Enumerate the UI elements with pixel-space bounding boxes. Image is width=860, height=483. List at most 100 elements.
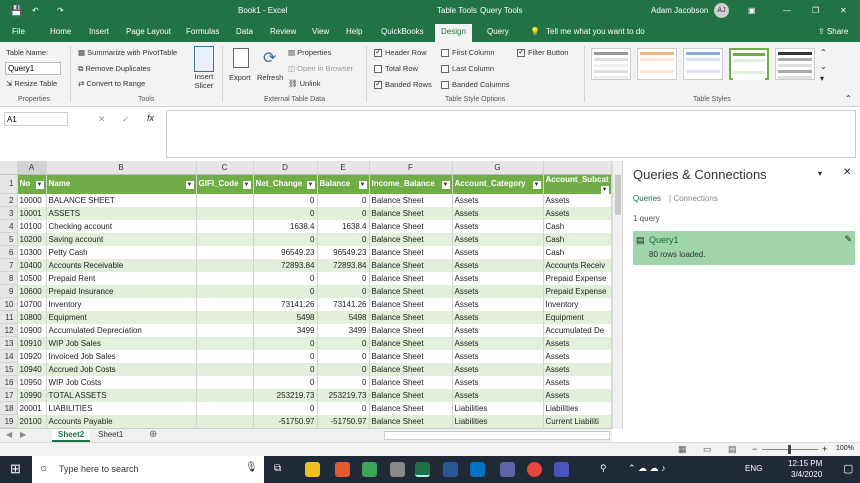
cell[interactable]: Liabilities (543, 401, 612, 415)
cell[interactable] (196, 206, 254, 220)
cell[interactable]: 1638.4 (317, 219, 370, 233)
row-header[interactable]: 8 (0, 271, 18, 285)
col-header-c[interactable]: C (196, 161, 254, 175)
cell[interactable]: 10000 (17, 193, 47, 207)
cell[interactable]: Balance Sheet (369, 258, 453, 272)
cell[interactable]: Assets (452, 349, 544, 363)
total-row-checkbox[interactable]: Total Row (374, 64, 418, 74)
filter-dropdown-icon[interactable]: ▼ (185, 181, 194, 189)
cell[interactable]: Assets (452, 206, 544, 220)
cell[interactable]: Balance Sheet (369, 336, 453, 350)
cell[interactable]: 0 (253, 271, 318, 285)
refresh-button[interactable]: Refresh (257, 73, 283, 82)
clock-date[interactable]: 3/4/2020 (791, 470, 822, 479)
cell[interactable]: Balance Sheet (369, 232, 453, 246)
page-break-icon[interactable]: ▤ (728, 444, 737, 455)
vertical-scrollbar[interactable] (612, 161, 622, 429)
cell[interactable] (196, 323, 254, 337)
cell[interactable]: Liabilities (452, 401, 544, 415)
cell[interactable]: Balance Sheet (369, 388, 453, 402)
tab-queries[interactable]: Queries (633, 194, 661, 203)
cell[interactable]: Assets (452, 271, 544, 285)
row-header[interactable]: 3 (0, 206, 18, 220)
cell[interactable]: Cash (543, 245, 612, 259)
cell[interactable]: Assets (543, 362, 612, 376)
cell[interactable]: Assets (452, 297, 544, 311)
zoom-out-icon[interactable]: − (752, 444, 757, 454)
cell[interactable]: 10700 (17, 297, 47, 311)
cell[interactable]: Balance Sheet (369, 362, 453, 376)
cell[interactable]: Prepaid Expense (543, 284, 612, 298)
cell[interactable]: Inventory (46, 297, 197, 311)
col-header-g[interactable]: G (452, 161, 544, 175)
cell[interactable] (196, 362, 254, 376)
cell[interactable]: Balance Sheet (369, 193, 453, 207)
save-icon[interactable]: 💾 (10, 6, 22, 17)
select-all-corner[interactable] (0, 161, 18, 175)
cell[interactable]: Assets (452, 375, 544, 389)
row-header[interactable]: 16 (0, 375, 18, 389)
clock-time[interactable]: 12:15 PM (788, 459, 822, 468)
tab-view[interactable]: View (312, 27, 329, 36)
cell[interactable]: -51750.97 (317, 414, 370, 428)
tray-icons[interactable]: ⌃ ☁ ☁ ♪ (628, 463, 666, 474)
cell[interactable]: Assets (543, 336, 612, 350)
cell[interactable]: 253219.73 (253, 388, 318, 402)
row-header[interactable]: 5 (0, 232, 18, 246)
cell[interactable]: Balance Sheet (369, 310, 453, 324)
cell[interactable] (196, 284, 254, 298)
tell-me-box[interactable]: Tell me what you want to do (546, 27, 645, 36)
cell[interactable]: Assets (452, 336, 544, 350)
cell[interactable]: Assets (543, 388, 612, 402)
cell[interactable]: Inventory (543, 297, 612, 311)
table-style-2[interactable] (637, 48, 677, 80)
cell[interactable]: Assets (452, 193, 544, 207)
filter-dropdown-icon[interactable]: ▼ (358, 181, 367, 189)
row-header[interactable]: 9 (0, 284, 18, 298)
cell[interactable]: 0 (317, 284, 370, 298)
cell[interactable]: Assets (543, 375, 612, 389)
sheet-prev-icon[interactable]: ◀ (6, 430, 12, 439)
cell[interactable]: 1638.4 (253, 219, 318, 233)
table-column-header[interactable]: GIFI_Code ▼ (196, 174, 254, 194)
cell[interactable]: 72893.84 (253, 258, 318, 272)
cell[interactable]: 73141.26 (317, 297, 370, 311)
table-style-5[interactable] (775, 48, 815, 80)
styles-scroll-down-icon[interactable]: ⌄ (820, 62, 827, 71)
cell[interactable] (196, 193, 254, 207)
cell[interactable] (196, 388, 254, 402)
cell[interactable]: Balance Sheet (369, 271, 453, 285)
cell[interactable]: 0 (253, 206, 318, 220)
cell[interactable]: TOTAL ASSETS (46, 388, 197, 402)
filter-dropdown-icon[interactable]: ▼ (532, 181, 541, 189)
cell[interactable]: 10950 (17, 375, 47, 389)
table-column-header[interactable]: Name ▼ (46, 174, 197, 194)
collapse-ribbon-icon[interactable]: ⌃ (845, 94, 852, 103)
table-style-3[interactable] (683, 48, 723, 80)
cell[interactable] (196, 310, 254, 324)
tab-page-layout[interactable]: Page Layout (126, 27, 171, 36)
row-header[interactable]: 19 (0, 414, 18, 428)
cell[interactable]: Assets (452, 245, 544, 259)
tab-insert[interactable]: Insert (89, 27, 109, 36)
worksheet-grid[interactable]: A B C D E F G 1 No ▼ Name ▼ GIFI_Code ▼ Net_Cha… (0, 161, 612, 429)
tab-home[interactable]: Home (50, 27, 71, 36)
cell[interactable]: 10001 (17, 206, 47, 220)
pane-options-icon[interactable]: ▾ (818, 169, 822, 178)
table-name-input[interactable] (5, 62, 61, 75)
taskbar-search[interactable]: ○ Type here to search 🎙 (32, 456, 264, 483)
tab-review[interactable]: Review (270, 27, 296, 36)
row-header[interactable]: 12 (0, 323, 18, 337)
cell[interactable] (196, 297, 254, 311)
cell[interactable]: 3499 (317, 323, 370, 337)
cell[interactable]: 5498 (317, 310, 370, 324)
app-icon-3[interactable] (500, 462, 515, 477)
row-header[interactable]: 11 (0, 310, 18, 324)
cell[interactable]: Assets (452, 258, 544, 272)
page-layout-icon[interactable]: ▭ (703, 444, 712, 455)
tab-formulas[interactable]: Formulas (186, 27, 219, 36)
cell[interactable] (196, 414, 254, 428)
avatar[interactable]: AJ (714, 3, 729, 18)
cell[interactable]: 10910 (17, 336, 47, 350)
pane-close-icon[interactable]: ✕ (843, 167, 851, 178)
